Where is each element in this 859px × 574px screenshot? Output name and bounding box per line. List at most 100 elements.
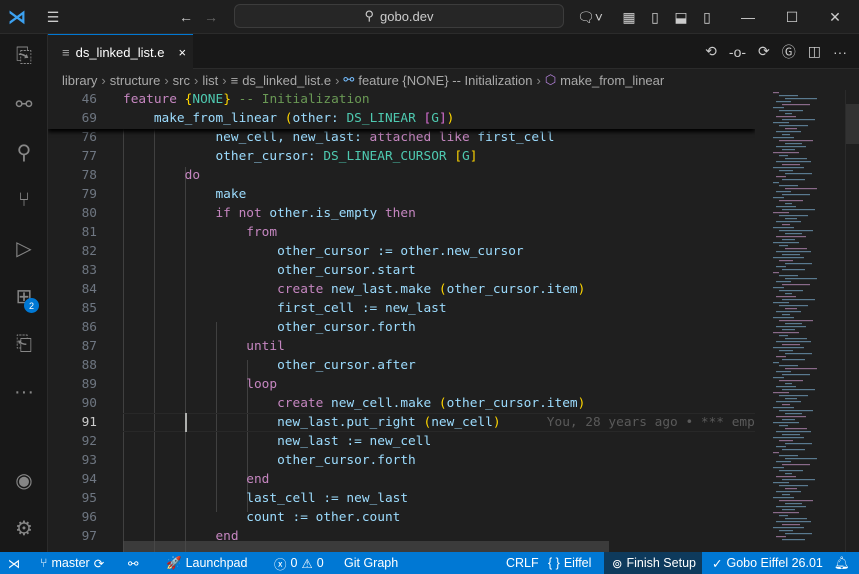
previous-change-icon[interactable]: ⟲ <box>705 43 717 60</box>
finish-setup-button[interactable]: ⊚ Finish Setup <box>604 552 702 574</box>
close-window-button[interactable]: ✕ <box>815 0 855 34</box>
minimap[interactable] <box>755 90 845 552</box>
code-line[interactable]: 78 do <box>48 166 755 185</box>
breadcrumb-item[interactable]: list <box>202 73 218 88</box>
timeline-icon[interactable]: -o- <box>729 44 746 60</box>
minimap-line <box>773 107 784 109</box>
warning-count: 0 <box>316 556 324 570</box>
minimap-line <box>782 149 795 151</box>
more-icon[interactable]: ··· <box>0 372 48 412</box>
maximize-button[interactable]: ☐ <box>772 0 812 34</box>
breadcrumb-item[interactable]: feature {NONE} -- Initialization <box>358 73 532 88</box>
branch-status[interactable]: ⑂ master ⟳ <box>40 552 104 574</box>
code-line[interactable]: 94 end <box>48 470 755 489</box>
minimap-line <box>773 272 779 274</box>
code-line[interactable]: 93 other_cursor.forth <box>48 451 755 470</box>
code-text: feature {NONE} -- Initialization <box>123 90 370 109</box>
code-token: G <box>462 149 470 164</box>
breadcrumb-item[interactable]: structure <box>110 73 161 88</box>
toggle-panel-icon[interactable]: ⬓ <box>670 0 692 34</box>
code-line[interactable]: 90 create new_cell.make (other_cursor.it… <box>48 394 755 413</box>
code-line[interactable]: 88 other_cursor.after <box>48 356 755 375</box>
scrollbar-thumb[interactable] <box>846 104 859 144</box>
eol-selector[interactable]: CRLF <box>506 552 539 574</box>
minimap-line <box>776 446 786 448</box>
minimap-line <box>782 344 800 346</box>
code-line[interactable]: 69 make_from_linear (other: DS_LINEAR [G… <box>48 109 755 128</box>
code-line[interactable]: 76 new_cell, new_last: attached like fir… <box>48 128 755 147</box>
settings-gear-icon[interactable]: ⚙ <box>0 508 48 548</box>
back-arrow-icon[interactable]: ← <box>175 0 197 34</box>
gobo-version-status[interactable]: ✓ Gobo Eiffel 26.01 <box>712 552 823 574</box>
code-line[interactable]: 79 make <box>48 185 755 204</box>
extensions-icon[interactable]: ⊞ 2 <box>0 276 48 316</box>
code-line[interactable]: 46 feature {NONE} -- Initialization <box>48 90 755 109</box>
code-line[interactable]: 87 until <box>48 337 755 356</box>
breadcrumb-item[interactable]: make_from_linear <box>560 73 664 88</box>
code-line[interactable]: 77 other_cursor: DS_LINEAR_CURSOR [G] <box>48 147 755 166</box>
minimap-line <box>779 140 813 142</box>
minimap-line <box>785 443 812 445</box>
account-icon[interactable]: ◉ <box>0 460 48 500</box>
menu-icon[interactable]: ☰ <box>40 0 66 34</box>
git-lens-icon[interactable]: Ⓖ <box>782 42 796 62</box>
problems-status[interactable]: ⓧ 0 ⚠ 0 <box>274 552 324 574</box>
code-line[interactable]: 84 create new_last.make (other_cursor.it… <box>48 280 755 299</box>
code-token: [ <box>454 149 463 164</box>
git-graph-icon[interactable]: ⚯ <box>128 552 138 574</box>
source-control-icon[interactable]: ⑂ <box>0 180 48 220</box>
more-actions-icon[interactable]: ··· <box>833 44 847 60</box>
copilot-chat-icon[interactable]: 🗨˅ <box>574 0 606 34</box>
customize-layout-icon[interactable]: ▦ <box>618 0 640 34</box>
notifications-bell-icon[interactable]: 🔔︎ <box>834 552 850 574</box>
code-line[interactable]: 91 new_last.put_right (new_cell) You, 28… <box>48 413 755 432</box>
toggle-secondary-sidebar-icon[interactable]: ▯ <box>696 0 718 34</box>
minimize-button[interactable]: — <box>728 0 768 34</box>
code-line[interactable]: 89 loop <box>48 375 755 394</box>
code-line[interactable]: 96 count := other.count <box>48 508 755 527</box>
copilot-icon: ⊚ <box>612 556 623 571</box>
code-line[interactable]: 82 other_cursor := other.new_cursor <box>48 242 755 261</box>
code-line[interactable]: 80 if not other.is_empty then <box>48 204 755 223</box>
code-token: other_cursor := other.new_cursor <box>123 244 524 259</box>
toggle-sidebar-icon[interactable]: ▯ <box>644 0 666 34</box>
code-line[interactable]: 83 other_cursor.start <box>48 261 755 280</box>
language-selector[interactable]: { } Eiffel <box>548 552 591 574</box>
testing-icon[interactable]: ⎗ <box>0 324 48 364</box>
forward-arrow-icon[interactable]: → <box>200 0 222 34</box>
vertical-scrollbar[interactable] <box>845 90 859 552</box>
explorer-icon[interactable]: ⎘ <box>0 36 48 76</box>
search-icon[interactable]: ⚲ <box>0 132 48 172</box>
code-line[interactable]: 92 new_last := new_cell <box>48 432 755 451</box>
code-text: new_cell, new_last: attached like first_… <box>123 128 554 147</box>
code-line[interactable]: 85 first_cell := new_last <box>48 299 755 318</box>
minimap-line <box>785 143 802 145</box>
minimap-line <box>779 350 793 352</box>
git-graph-button[interactable]: Git Graph <box>344 552 398 574</box>
code-line[interactable]: 81 from <box>48 223 755 242</box>
source-control-graph-icon[interactable]: ⚯ <box>0 84 48 124</box>
launchpad-status[interactable]: 🚀 Launchpad <box>166 552 247 574</box>
minimap-line <box>773 92 779 94</box>
tab-ds-linked-list[interactable]: ≡ ds_linked_list.e × <box>48 34 193 69</box>
run-debug-icon[interactable]: ▷ <box>0 228 48 268</box>
search-label: gobo.dev <box>380 8 434 24</box>
code-line[interactable]: 86 other_cursor.forth <box>48 318 755 337</box>
breadcrumb-item[interactable]: library <box>62 73 97 88</box>
code-editor[interactable]: 75 local76 new_cell, new_last: attached … <box>48 90 755 552</box>
minimap-line <box>773 317 794 319</box>
line-number: 87 <box>81 339 97 354</box>
code-line[interactable]: 95 last_cell := new_last <box>48 489 755 508</box>
split-editor-icon[interactable]: ◫ <box>808 43 821 60</box>
next-change-icon[interactable]: ⟳ <box>758 43 770 60</box>
close-tab-icon[interactable]: × <box>178 45 186 60</box>
sticky-scroll[interactable]: 46 feature {NONE} -- Initialization 69 mak… <box>48 90 755 129</box>
breadcrumb-item[interactable]: src <box>173 73 190 88</box>
minimap-line <box>782 224 790 226</box>
minimap-line <box>785 248 807 250</box>
command-center-search[interactable]: ⚲ gobo.dev <box>234 4 564 28</box>
remote-icon[interactable]: ⋊ <box>0 552 28 574</box>
minimap-line <box>782 134 790 136</box>
horizontal-scrollbar[interactable] <box>123 541 609 552</box>
breadcrumb-item[interactable]: ds_linked_list.e <box>242 73 331 88</box>
